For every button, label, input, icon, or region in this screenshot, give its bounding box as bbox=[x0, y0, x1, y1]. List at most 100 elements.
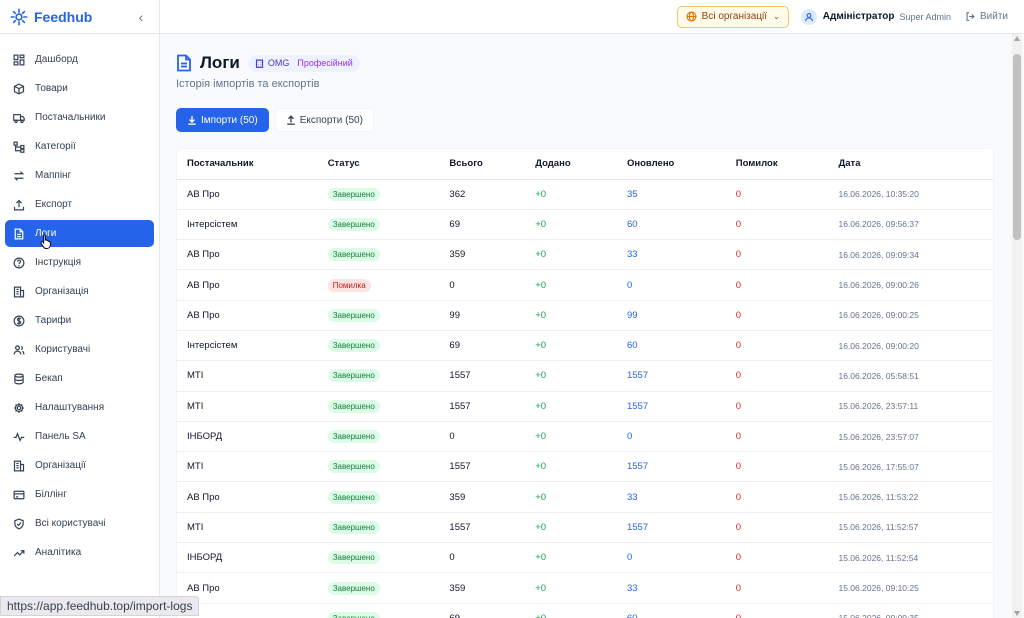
added-cell: +0 bbox=[525, 572, 617, 604]
column-header: Помилок bbox=[725, 149, 829, 180]
scroll-thumb[interactable] bbox=[1013, 54, 1021, 240]
building-icon bbox=[13, 460, 25, 471]
errors-cell: 0 bbox=[725, 542, 829, 574]
date-cell: 15.06.2026, 11:52:54 bbox=[828, 542, 993, 574]
status-badge: Завершено bbox=[327, 460, 380, 474]
box-icon bbox=[13, 82, 25, 95]
brand: Feedhub ‹ bbox=[0, 0, 159, 34]
table-row[interactable]: АВ Про Завершено 359 +0 33 0 16.06.2026, 09:09… bbox=[177, 239, 993, 271]
tab-exports[interactable]: Експорти (50) bbox=[274, 108, 374, 132]
sidebar-item-15[interactable]: Організації bbox=[5, 452, 154, 479]
updated-cell: 60 bbox=[616, 603, 726, 618]
status-cell: Завершено bbox=[317, 603, 440, 618]
sidebar-item-label: Товари bbox=[35, 83, 68, 94]
table-row[interactable]: MTI Завершено 1557 +0 1557 0 15.06.2026, 17:55… bbox=[177, 451, 993, 483]
sidebar-item-label: Організація bbox=[35, 286, 89, 297]
logout-icon bbox=[966, 12, 975, 21]
scroll-up-icon[interactable] bbox=[1014, 36, 1020, 41]
updated-cell: 35 bbox=[616, 179, 726, 210]
table-row[interactable]: АВ Про Завершено 359 +0 33 0 15.06.2026, 11:53… bbox=[177, 481, 993, 513]
errors-cell: 0 bbox=[725, 572, 829, 604]
added-cell: +0 bbox=[525, 209, 617, 241]
chevron-down-icon: ⌄ bbox=[773, 12, 780, 21]
status-cell: Завершено bbox=[317, 360, 440, 392]
status-badge: Завершено bbox=[327, 430, 380, 444]
organization-badge: OMG Професійний bbox=[247, 54, 360, 72]
sidebar-item-label: Дашборд bbox=[35, 54, 78, 65]
sidebar-item-4[interactable]: Категорії bbox=[5, 133, 154, 160]
tab-imports[interactable]: Імпорти (50) bbox=[176, 108, 269, 132]
sidebar-item-label: Всі користувачі bbox=[35, 518, 106, 529]
table-row[interactable]: Інтерсістем Завершено 69 +0 60 0 16.06.2026, 0… bbox=[177, 209, 993, 241]
table-row[interactable]: АВ Про Завершено 99 +0 99 0 16.06.2026, 09:00:… bbox=[177, 300, 993, 331]
errors-cell: 0 bbox=[725, 421, 829, 453]
sidebar-item-8[interactable]: Інструкція bbox=[5, 249, 154, 276]
added-cell: +0 bbox=[525, 542, 617, 574]
supplier-cell: АВ Про bbox=[177, 239, 318, 271]
sidebar-item-10[interactable]: Тарифи bbox=[5, 307, 154, 334]
sidebar-item-label: Інструкція bbox=[35, 257, 82, 268]
updated-cell: 60 bbox=[616, 209, 726, 241]
table-row[interactable]: MTI Завершено 1557 +0 1557 0 15.06.2026, 11:52… bbox=[177, 512, 993, 544]
total-cell: 359 bbox=[439, 572, 526, 604]
plan-badge: Професійний bbox=[297, 58, 353, 68]
sidebar-item-17[interactable]: Всі користувачі bbox=[5, 510, 154, 537]
added-cell: +0 bbox=[525, 179, 617, 210]
sidebar-item-12[interactable]: Бекап bbox=[5, 365, 154, 392]
table-row[interactable]: MTI Завершено 1557 +0 1557 0 16.06.2026, 05:58… bbox=[177, 360, 993, 392]
sidebar-item-11[interactable]: Користувачі bbox=[5, 336, 154, 363]
sidebar-item-6[interactable]: Експорт bbox=[5, 191, 154, 218]
errors-cell: 0 bbox=[725, 481, 829, 513]
logout-button[interactable]: Вийти bbox=[965, 11, 1008, 22]
sidebar-item-18[interactable]: Аналітика bbox=[5, 539, 154, 566]
page-scrollbar[interactable] bbox=[1012, 34, 1022, 618]
table-row[interactable]: Завершено 69+060015.06.2026, 09:09:35 bbox=[177, 603, 993, 618]
sidebar-item-14[interactable]: Панель SA bbox=[5, 423, 154, 450]
status-cell: Завершено bbox=[317, 512, 440, 544]
sidebar-item-label: Маппінг bbox=[35, 170, 72, 181]
main-content: Логи OMG Професійний Історія імпортів та… bbox=[160, 34, 1010, 618]
upload-icon bbox=[286, 115, 295, 125]
date-cell: 15.06.2026, 23:57:11 bbox=[828, 391, 993, 422]
sidebar-item-label: Налаштування bbox=[35, 402, 105, 413]
status-badge: Завершено bbox=[327, 581, 380, 595]
updated-cell: 1557 bbox=[616, 451, 726, 483]
table-row[interactable]: MTI Завершено 1557 +0 1557 0 15.06.2026, 23:57… bbox=[177, 391, 993, 422]
added-cell: +0 bbox=[525, 391, 617, 422]
table-row[interactable]: Інтерсістем Завершено 69 +0 60 0 16.06.2026, 0… bbox=[177, 330, 993, 362]
arrows-icon bbox=[13, 170, 25, 181]
updated-cell: 33 bbox=[616, 481, 726, 513]
sidebar-item-5[interactable]: Маппінг bbox=[5, 162, 154, 189]
date-cell: 16.06.2026, 09:00:20 bbox=[828, 330, 993, 362]
sidebar-item-3[interactable]: Постачальники bbox=[5, 104, 154, 131]
status-cell: Завершено bbox=[317, 300, 440, 331]
scroll-down-icon[interactable] bbox=[1014, 611, 1020, 616]
sidebar-item-1[interactable]: Дашборд bbox=[5, 46, 154, 73]
sidebar-item-label: Категорії bbox=[35, 141, 76, 152]
organization-selector[interactable]: Всі організації ⌄ bbox=[676, 5, 789, 28]
date-cell: 16.06.2026, 09:00:26 bbox=[828, 269, 993, 301]
total-cell: 359 bbox=[439, 239, 526, 271]
help-icon bbox=[13, 257, 25, 268]
table-row[interactable]: АВ Про Завершено 362 +0 35 0 16.06.2026, 10:35… bbox=[177, 179, 993, 210]
sidebar-item-7[interactable]: Логи bbox=[5, 220, 154, 247]
user-info[interactable]: Адміністратор Super Admin bbox=[800, 8, 951, 25]
tree-icon bbox=[13, 141, 25, 153]
table-row[interactable]: ІНБОРД Завершено 0 +0 0 0 15.06.2026, 11:52:54 bbox=[177, 542, 993, 574]
total-cell: 0 bbox=[439, 542, 526, 574]
table-row[interactable]: АВ Про Завершено 359 +0 33 0 15.06.2026, 09:10… bbox=[177, 572, 993, 604]
sidebar-item-13[interactable]: Налаштування bbox=[5, 394, 154, 421]
collapse-sidebar-icon[interactable]: ‹ bbox=[133, 9, 149, 25]
column-header: Дата bbox=[828, 149, 993, 180]
status-badge: Завершено bbox=[327, 187, 380, 201]
table-row[interactable]: ІНБОРД Завершено 0 +0 0 0 15.06.2026, 23:57:07 bbox=[177, 421, 993, 453]
date-cell: 16.06.2026, 09:09:34 bbox=[828, 239, 993, 271]
trend-icon bbox=[13, 549, 25, 556]
errors-cell: 0 bbox=[725, 209, 829, 241]
table-row[interactable]: АВ Про Помилка 0 +0 0 0 16.06.2026, 09:00:26 bbox=[177, 269, 993, 301]
status-cell: Завершено bbox=[317, 572, 440, 604]
sidebar-item-2[interactable]: Товари bbox=[5, 75, 154, 102]
sidebar-item-9[interactable]: Організація bbox=[5, 278, 154, 305]
sidebar-item-16[interactable]: Біллінг bbox=[5, 481, 154, 508]
supplier-cell: MTI bbox=[177, 391, 318, 422]
